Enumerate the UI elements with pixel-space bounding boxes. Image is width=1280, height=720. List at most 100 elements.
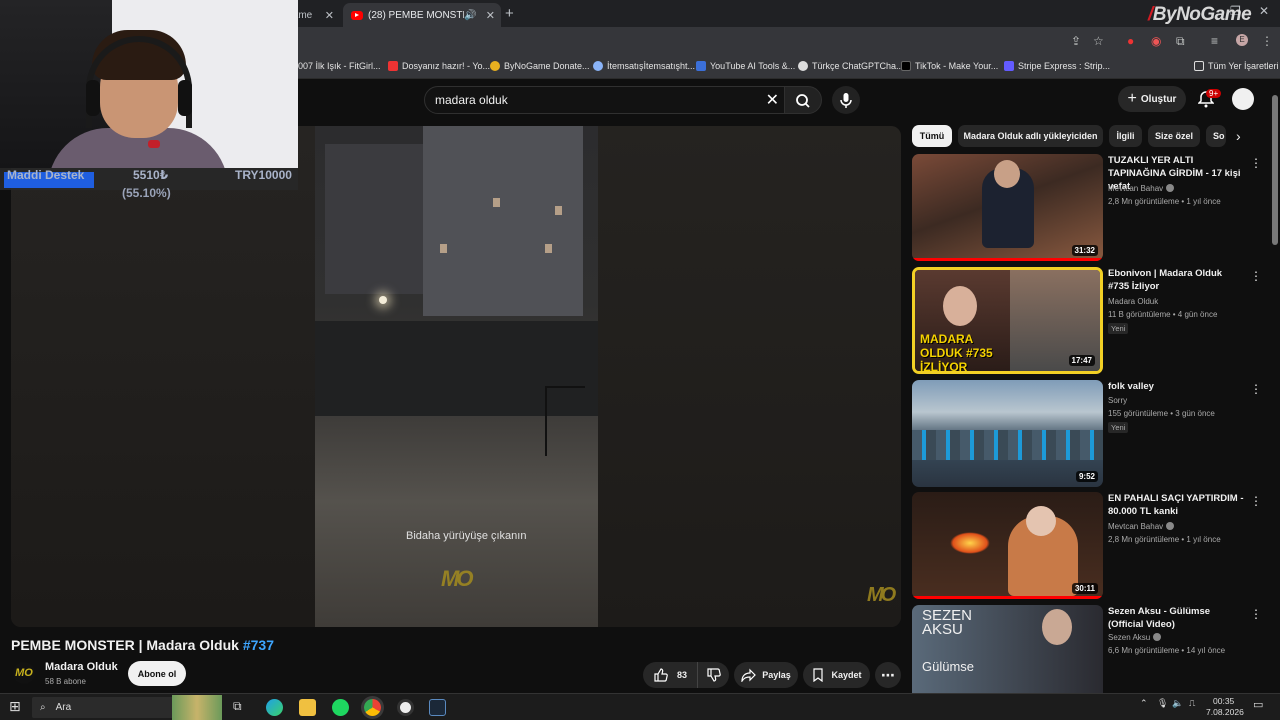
video-thumbnail[interactable]: 9:52 — [912, 380, 1103, 487]
chip-more[interactable]: So — [1206, 125, 1226, 147]
create-button[interactable]: + Oluştur — [1118, 86, 1186, 112]
chip-all[interactable]: Tümü — [912, 125, 952, 147]
video-thumbnail[interactable]: 30:11 — [912, 492, 1103, 599]
microphone-icon[interactable]: 🎙 — [1157, 698, 1168, 709]
share-button[interactable]: Paylaş — [734, 662, 798, 688]
channel-name[interactable]: Madara Olduk — [45, 661, 118, 673]
search-query: madara olduk — [435, 93, 508, 107]
video-duration: 17:47 — [1068, 355, 1095, 366]
speaker-icon[interactable]: 🔊 — [464, 10, 476, 21]
like-count: 83 — [676, 670, 687, 680]
recommendation-item[interactable]: 9:52 folk valley Sorry 155 görüntüleme •… — [912, 380, 1272, 488]
subscribe-button[interactable]: Abone ol — [128, 661, 186, 686]
voice-search-button[interactable] — [832, 86, 860, 114]
all-bookmarks[interactable]: Tüm Yer İşaretleri — [1194, 61, 1279, 71]
clear-search-icon[interactable]: ✕ — [766, 90, 779, 110]
like-button[interactable]: 83 — [643, 662, 697, 688]
plus-icon: + — [1127, 90, 1137, 107]
donation-current: 5510₺ — [133, 168, 169, 182]
recommendation-channel[interactable]: Mevtcan Bahav — [1108, 184, 1175, 193]
network-icon[interactable]: ⎍ — [1189, 698, 1195, 709]
more-vertical-icon[interactable]: ⋮ — [1250, 382, 1262, 396]
page-scrollbar[interactable] — [1272, 95, 1278, 245]
bookmark-item[interactable]: 007 İlk Işık - FitGirl... — [298, 61, 381, 71]
video-hashtag[interactable]: #737 — [243, 637, 274, 653]
chrome-icon[interactable] — [364, 699, 381, 716]
bookmark-item[interactable]: Türkçe ChatGPTCha... — [798, 61, 904, 71]
more-vertical-icon[interactable]: ⋮ — [1250, 607, 1262, 621]
recommendation-channel[interactable]: Sezen Aksu — [1108, 633, 1162, 642]
file-explorer-icon[interactable] — [299, 699, 316, 716]
reading-list-icon[interactable]: ≡ — [1211, 34, 1218, 48]
dislike-button[interactable] — [697, 662, 729, 688]
video-duration: 9:52 — [1075, 471, 1098, 482]
recommendation-title[interactable]: EN PAHALI SAÇI YAPTIRDIM - 80.000 TL kan… — [1108, 492, 1244, 518]
browser-menu-icon[interactable]: ⋮ — [1261, 34, 1273, 48]
bookmark-item[interactable]: Dosyanız hazır! - Yo... — [388, 61, 490, 71]
volume-icon[interactable]: 🔈 — [1172, 698, 1183, 709]
bookmark-item[interactable]: TikTok - Make Your... — [901, 61, 998, 71]
clock-time[interactable]: 00:35 — [1213, 696, 1234, 706]
extensions-puzzle-icon[interactable]: ⧉ — [1176, 34, 1185, 49]
profile-avatar-icon[interactable]: E — [1236, 34, 1248, 46]
video-thumbnail[interactable]: 31:32 — [912, 154, 1103, 261]
steam-icon[interactable] — [429, 699, 446, 716]
recommendation-meta: 6,6 Mn görüntüleme • 14 yıl önce — [1108, 646, 1226, 655]
recommendation-channel[interactable]: Madara Olduk — [1108, 297, 1158, 306]
recommendation-item[interactable]: MADARA OLDUK #735 İZLİYOR 17:47 Ebonivon… — [912, 267, 1272, 375]
microphone-light-icon — [148, 140, 160, 148]
close-tab-icon[interactable]: ✕ — [486, 9, 495, 22]
bookmark-item[interactable]: YouTube AI Tools &... — [696, 61, 795, 71]
video-thumbnail[interactable]: MADARA OLDUK #735 İZLİYOR 17:47 — [912, 267, 1103, 374]
chevron-right-icon[interactable]: › — [1236, 128, 1241, 144]
bookmark-item[interactable]: İtemsatışİtemsatışht... — [593, 61, 695, 71]
extension-record-icon[interactable]: ◉ — [1151, 34, 1161, 48]
recommendation-channel[interactable]: Mevtcan Bahav — [1108, 522, 1175, 531]
more-actions-button[interactable]: ⋯ — [875, 662, 901, 688]
windows-start-icon[interactable]: ⊞ — [9, 698, 21, 715]
video-player[interactable]: Bidaha yürüyüşe çıkanın MO MO — [11, 126, 901, 627]
obs-icon[interactable] — [397, 699, 414, 716]
bookmark-star-icon[interactable]: ☆ — [1093, 34, 1104, 48]
chip-uploader[interactable]: Madara Olduk adlı yükleyiciden — [958, 125, 1103, 147]
search-button[interactable] — [784, 86, 822, 114]
youtube-favicon-icon — [351, 10, 363, 20]
recommendation-item[interactable]: 31:32 TUZAKLI YER ALTI TAPINAĞINA GİRDİM… — [912, 154, 1272, 262]
bookmark-icon — [696, 61, 706, 71]
bookmark-item[interactable]: ByNoGame Donate... — [490, 61, 590, 71]
more-vertical-icon[interactable]: ⋮ — [1250, 494, 1262, 508]
notification-center-icon[interactable]: ▭ — [1253, 698, 1263, 711]
recommendation-item[interactable]: 30:11 EN PAHALI SAÇI YAPTIRDIM - 80.000 … — [912, 492, 1272, 600]
video-subtitle: Bidaha yürüyüşe çıkanın — [406, 530, 527, 542]
channel-avatar[interactable]: MO — [13, 662, 35, 684]
clock-date[interactable]: 7.08.2026 — [1206, 707, 1244, 717]
recommendation-item[interactable]: SEZEN AKSU Gülümse Sezen Aksu - Gülümse … — [912, 605, 1272, 693]
search-input[interactable]: madara olduk ✕ — [424, 86, 788, 114]
more-vertical-icon[interactable]: ⋮ — [1250, 156, 1262, 170]
edge-browser-icon[interactable] — [266, 699, 283, 716]
chip-related[interactable]: İlgili — [1109, 125, 1142, 147]
chip-for-you[interactable]: Size özel — [1148, 125, 1200, 147]
spotify-icon[interactable] — [332, 699, 349, 716]
channel-watermark-corner[interactable]: MO — [867, 584, 896, 607]
close-window-icon[interactable]: ✕ — [1259, 4, 1269, 18]
recommendation-title[interactable]: folk valley — [1108, 380, 1244, 393]
extension-red-icon[interactable]: ● — [1127, 34, 1134, 48]
window — [493, 198, 500, 207]
video-frame — [315, 126, 598, 627]
browser-tab-active[interactable]: (28) PEMBE MONSTER | Ma 🔊 ✕ — [343, 3, 501, 27]
recommendation-channel[interactable]: Sorry — [1108, 396, 1127, 405]
more-vertical-icon[interactable]: ⋮ — [1250, 269, 1262, 283]
close-tab-icon[interactable]: ✕ — [325, 9, 334, 22]
recommendation-title[interactable]: Sezen Aksu - Gülümse (Official Video) — [1108, 605, 1244, 631]
video-thumbnail[interactable]: SEZEN AKSU Gülümse — [912, 605, 1103, 693]
account-avatar[interactable] — [1232, 88, 1254, 110]
task-view-icon[interactable]: ⧉ — [233, 699, 250, 716]
recommendation-title[interactable]: Ebonivon | Madara Olduk #735 İzliyor — [1108, 267, 1244, 293]
install-app-icon[interactable]: ⇪ — [1071, 34, 1081, 48]
new-tab-icon[interactable]: + — [505, 5, 514, 22]
bookmark-item[interactable]: Stripe Express : Strip... — [1004, 61, 1110, 71]
save-button[interactable]: Kaydet — [803, 662, 870, 688]
notifications-badge: 9+ — [1206, 89, 1222, 98]
tray-chevron-icon[interactable]: ⌃ — [1140, 698, 1148, 709]
